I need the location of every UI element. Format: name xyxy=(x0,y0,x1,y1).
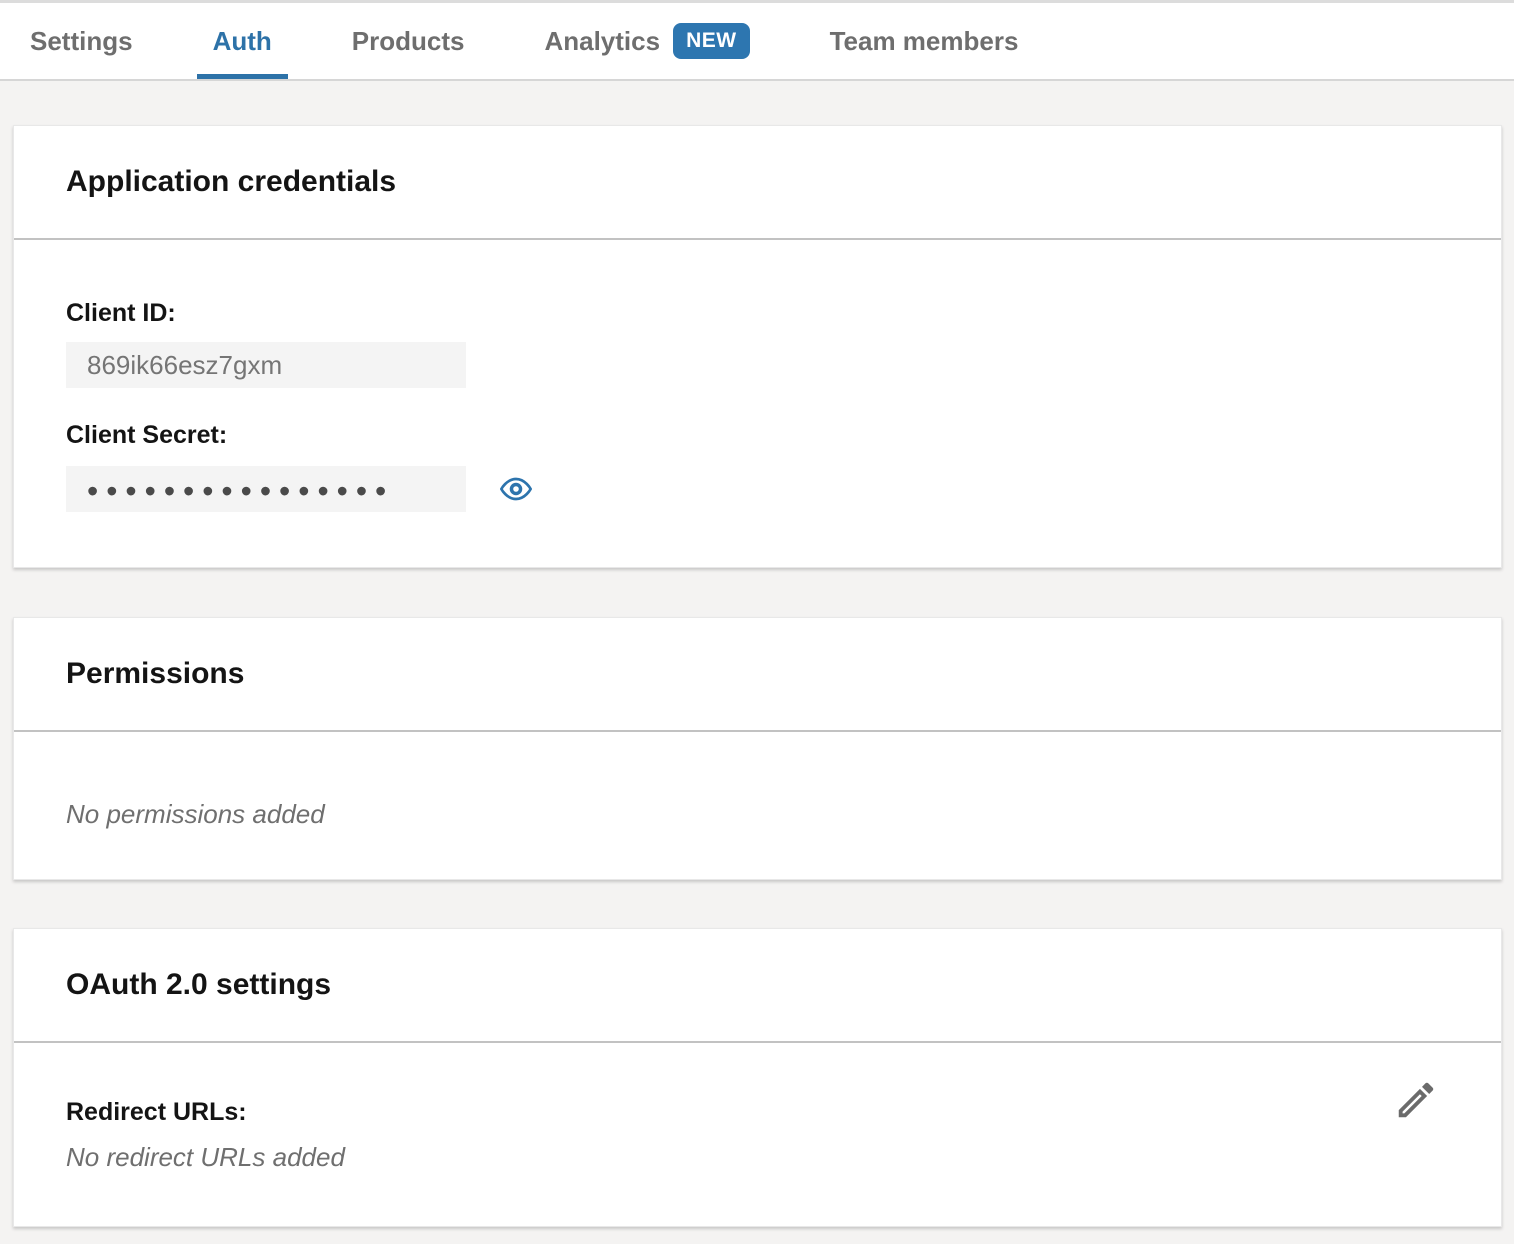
application-credentials-body: Client ID: 869ik66esz7gxm Client Secret:… xyxy=(14,240,1501,567)
permissions-card: Permissions No permissions added xyxy=(13,617,1502,880)
application-credentials-card: Application credentials Client ID: 869ik… xyxy=(13,125,1502,568)
pencil-icon xyxy=(1393,1077,1439,1123)
tab-analytics[interactable]: Analytics NEW xyxy=(544,3,749,79)
tab-settings[interactable]: Settings xyxy=(30,3,133,79)
permissions-title: Permissions xyxy=(66,657,244,691)
tab-team-members-label: Team members xyxy=(830,26,1019,57)
tab-products[interactable]: Products xyxy=(352,3,465,79)
permissions-body: No permissions added xyxy=(14,732,1501,879)
tab-team-members[interactable]: Team members xyxy=(830,3,1019,79)
tab-settings-label: Settings xyxy=(30,26,133,57)
permissions-header: Permissions xyxy=(14,618,1501,732)
new-badge: NEW xyxy=(673,23,750,59)
redirect-urls-empty-text: No redirect URLs added xyxy=(66,1141,1381,1173)
tab-bar: Settings Auth Products Analytics NEW Tea… xyxy=(0,0,1514,81)
page-content: Application credentials Client ID: 869ik… xyxy=(0,81,1514,1227)
redirect-urls-label: Redirect URLs: xyxy=(66,1097,1381,1127)
oauth-settings-body: Redirect URLs: No redirect URLs added xyxy=(14,1043,1501,1226)
permissions-empty-text: No permissions added xyxy=(66,798,1449,830)
tab-analytics-label: Analytics xyxy=(544,26,660,57)
client-secret-field[interactable]: •••••••••••••••• xyxy=(66,466,466,512)
reveal-secret-button[interactable] xyxy=(500,473,532,505)
client-secret-label: Client Secret: xyxy=(66,420,1449,450)
application-credentials-header: Application credentials xyxy=(14,126,1501,240)
tab-auth[interactable]: Auth xyxy=(213,3,272,79)
client-id-field[interactable]: 869ik66esz7gxm xyxy=(66,342,466,388)
oauth-settings-card: OAuth 2.0 settings Redirect URLs: No red… xyxy=(13,928,1502,1227)
oauth-settings-header: OAuth 2.0 settings xyxy=(14,929,1501,1043)
client-secret-row: •••••••••••••••• xyxy=(66,466,1449,512)
eye-icon xyxy=(500,473,532,505)
tab-products-label: Products xyxy=(352,26,465,57)
client-id-value: 869ik66esz7gxm xyxy=(87,350,282,381)
client-secret-masked-value: •••••••••••••••• xyxy=(87,471,394,507)
oauth-settings-title: OAuth 2.0 settings xyxy=(66,968,331,1002)
application-credentials-title: Application credentials xyxy=(66,165,396,199)
tab-auth-label: Auth xyxy=(213,26,272,57)
edit-redirect-urls-button[interactable] xyxy=(1393,1077,1439,1123)
client-id-label: Client ID: xyxy=(66,298,1449,328)
